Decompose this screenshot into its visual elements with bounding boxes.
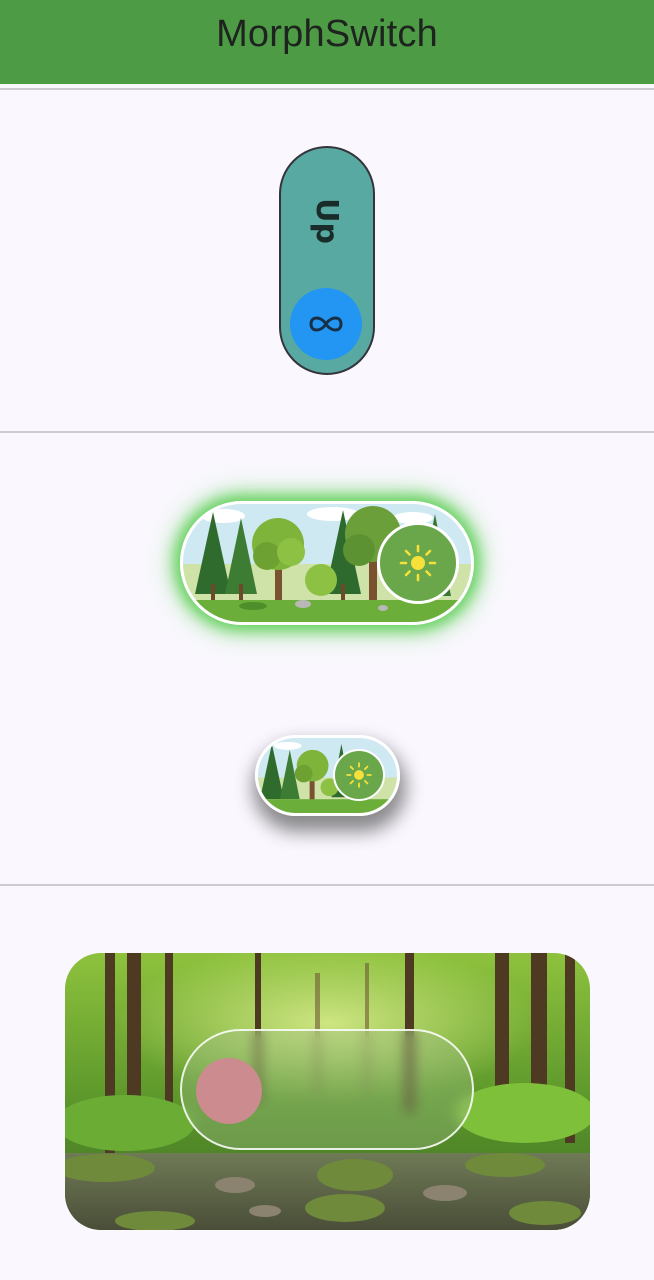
forest-switch-thumb[interactable]	[377, 522, 459, 604]
divider	[0, 88, 654, 90]
forest-photo-card	[65, 953, 590, 1230]
vertical-switch-thumb[interactable]	[290, 288, 362, 360]
glass-switch[interactable]	[180, 1029, 474, 1150]
glass-switch-thumb[interactable]	[196, 1058, 262, 1124]
app-title: MorphSwitch	[216, 12, 438, 55]
sun-icon	[399, 544, 437, 582]
divider	[0, 884, 654, 886]
divider	[0, 431, 654, 433]
forest-switch-small[interactable]	[255, 735, 400, 816]
forest-switch-large[interactable]	[180, 501, 474, 625]
sun-icon	[346, 762, 372, 788]
vertical-switch-label: Up	[309, 198, 345, 244]
vertical-morph-switch[interactable]: Up	[279, 146, 375, 375]
app-bar: MorphSwitch	[0, 0, 654, 84]
forest-switch-thumb[interactable]	[333, 749, 385, 801]
infinity-icon	[309, 316, 343, 332]
